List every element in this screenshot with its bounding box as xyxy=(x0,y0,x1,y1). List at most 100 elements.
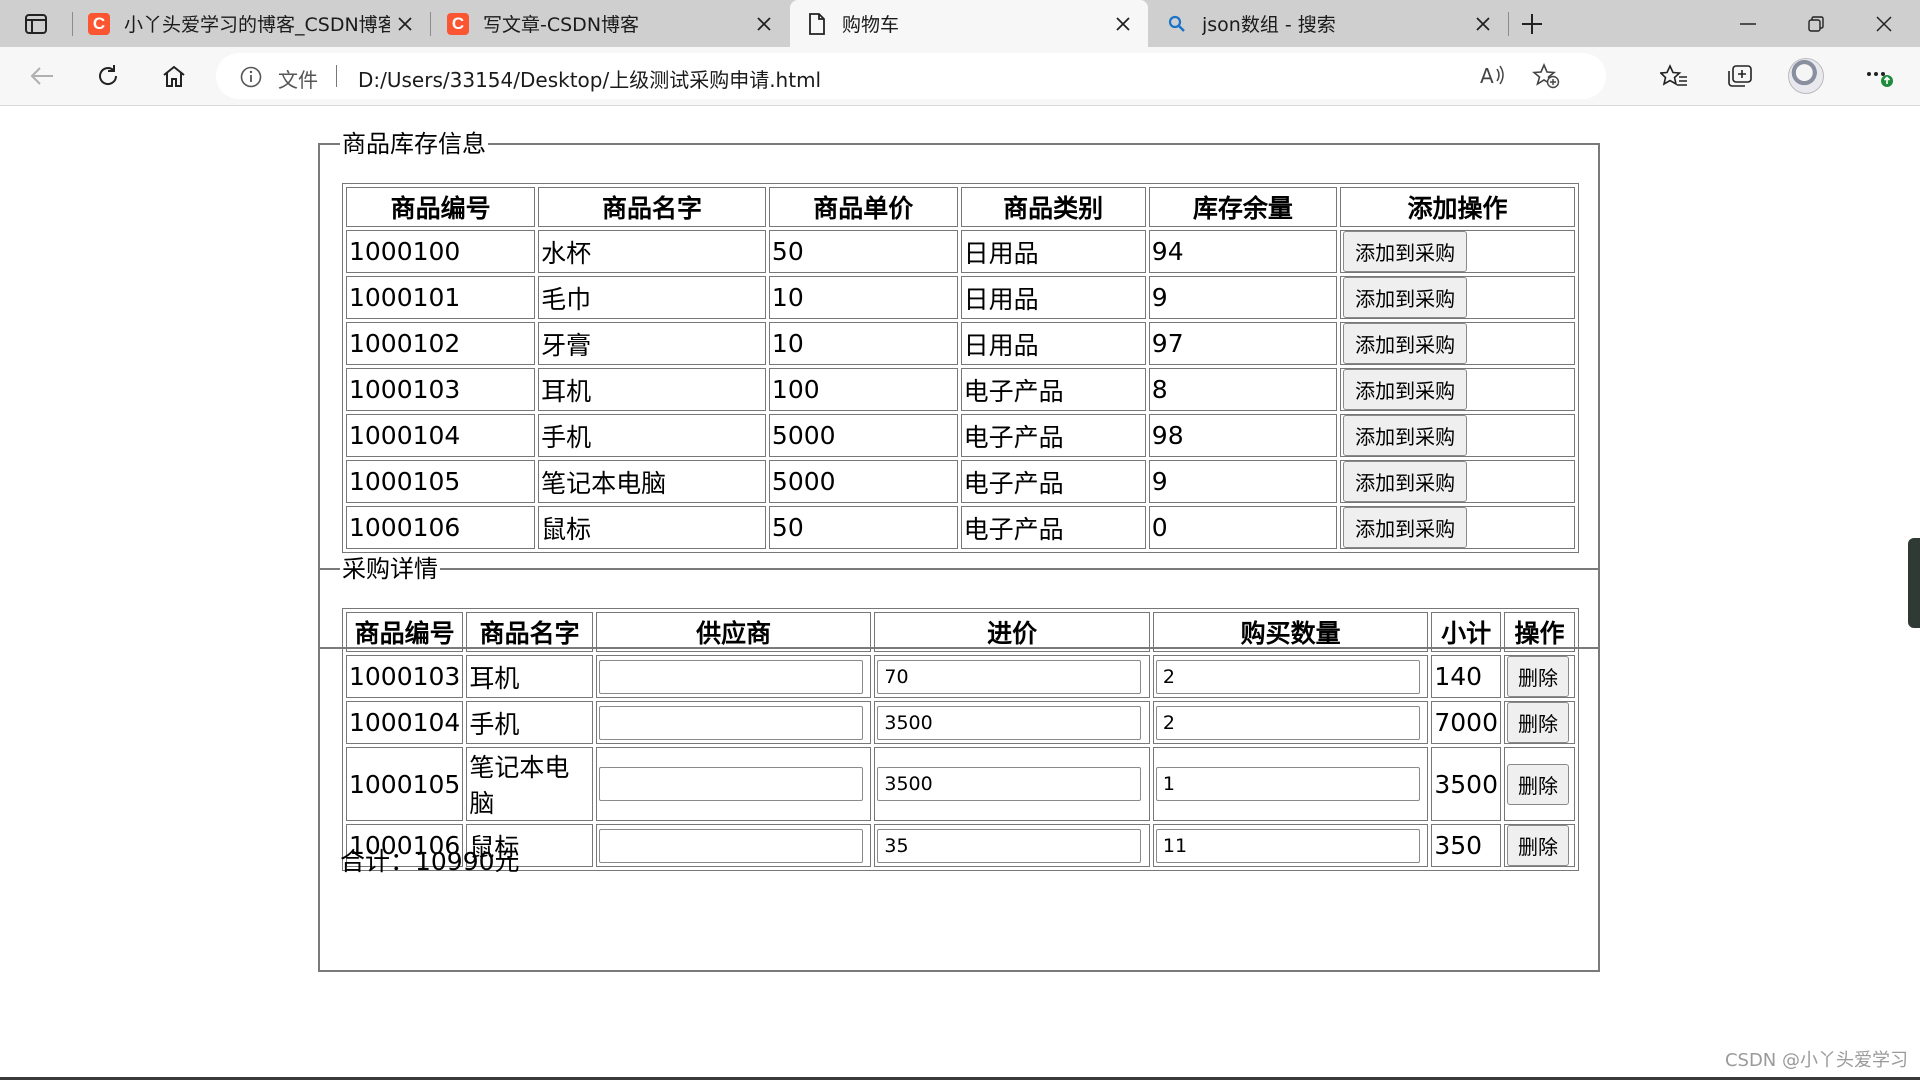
more-icon xyxy=(1867,72,1893,87)
quantity-input[interactable] xyxy=(1155,767,1420,801)
refresh-button[interactable] xyxy=(88,56,128,96)
close-icon xyxy=(1876,15,1892,32)
favorites-button[interactable] xyxy=(1654,56,1694,96)
close-icon[interactable] xyxy=(390,9,420,39)
cost-input[interactable] xyxy=(877,659,1142,694)
supplier-input[interactable] xyxy=(598,705,863,740)
add-to-purchase-button[interactable]: 添加到采购 xyxy=(1343,277,1468,318)
profile-button[interactable] xyxy=(1786,56,1826,96)
close-window-button[interactable] xyxy=(1850,0,1918,47)
quantity-input[interactable] xyxy=(1155,705,1420,740)
supplier-input[interactable] xyxy=(598,828,863,863)
delete-button[interactable]: 删除 xyxy=(1507,763,1569,805)
item-id: 1000104 xyxy=(346,414,536,457)
item-name: 耳机 xyxy=(466,655,593,698)
supplier-input[interactable] xyxy=(598,767,863,801)
close-icon[interactable] xyxy=(749,9,779,39)
item-stock: 94 xyxy=(1148,230,1338,273)
home-button[interactable] xyxy=(154,56,194,96)
add-to-purchase-button[interactable]: 添加到采购 xyxy=(1343,369,1468,410)
item-price: 50 xyxy=(768,230,958,273)
add-to-purchase-button[interactable]: 添加到采购 xyxy=(1343,231,1468,272)
cost-input[interactable] xyxy=(877,705,1142,740)
item-name: 鼠标 xyxy=(538,506,766,549)
supplier-input[interactable] xyxy=(598,659,863,694)
item-id: 1000103 xyxy=(346,368,536,411)
item-stock: 8 xyxy=(1148,368,1338,411)
delete-button[interactable]: 删除 xyxy=(1507,656,1569,697)
table-row: 1000106 鼠标 50 电子产品 0 添加到采购 xyxy=(346,506,1575,549)
url-text[interactable]: D:/Users/33154/Desktop/上级测试采购申请.html xyxy=(358,64,821,93)
action-cell: 添加到采购 xyxy=(1340,276,1575,319)
purchase-fieldset: 采购详情 商品编号 商品名字 供应商 进价 购买数量 小计 操作 1000103… xyxy=(318,556,1600,972)
address-divider xyxy=(336,65,337,87)
delete-button[interactable]: 删除 xyxy=(1507,702,1569,743)
settings-more-button[interactable] xyxy=(1860,56,1900,96)
cost-input[interactable] xyxy=(877,767,1142,801)
tab-strip: C 小丫头爱学习的博客_CSDN博客 C 写文章-CSDN博客 购物车 json… xyxy=(0,0,1920,47)
add-to-purchase-button[interactable]: 添加到采购 xyxy=(1343,323,1468,364)
item-id: 1000103 xyxy=(346,655,464,698)
item-id: 1000106 xyxy=(346,506,536,549)
refresh-icon xyxy=(99,65,118,85)
qty-cell xyxy=(1152,824,1429,867)
item-price: 50 xyxy=(768,506,958,549)
tab-csdn-write[interactable]: C 写文章-CSDN博客 xyxy=(431,0,789,47)
item-stock: 9 xyxy=(1148,460,1338,503)
address-bar[interactable]: 文件 D:/Users/33154/Desktop/上级测试采购申请.html … xyxy=(216,53,1606,99)
action-cell: 添加到采购 xyxy=(1340,414,1575,457)
action-cell: 删除 xyxy=(1504,824,1575,867)
cost-input[interactable] xyxy=(877,828,1142,863)
tab-cart[interactable]: 购物车 xyxy=(790,0,1148,47)
side-panel-handle[interactable] xyxy=(1908,538,1920,628)
home-icon xyxy=(163,65,185,87)
header-cell: 商品类别 xyxy=(960,187,1146,227)
item-id: 1000102 xyxy=(346,322,536,365)
add-favorite-icon[interactable] xyxy=(1531,62,1560,93)
delete-button[interactable]: 删除 xyxy=(1507,825,1569,866)
tab-title: json数组 - 搜索 xyxy=(1202,14,1336,36)
table-row: 1000103 耳机 140 删除 xyxy=(346,655,1575,698)
back-button[interactable] xyxy=(22,56,62,96)
tab-search[interactable]: json数组 - 搜索 xyxy=(1150,0,1508,47)
restore-icon xyxy=(1808,15,1824,32)
item-price: 10 xyxy=(768,276,958,319)
header-cell: 商品名字 xyxy=(466,612,593,652)
qty-cell xyxy=(1152,701,1429,744)
svg-text:A: A xyxy=(1480,64,1494,87)
item-category: 日用品 xyxy=(960,322,1146,365)
item-name: 耳机 xyxy=(538,368,766,411)
item-id: 1000100 xyxy=(346,230,536,273)
add-to-purchase-button[interactable]: 添加到采购 xyxy=(1343,415,1468,456)
minimize-button[interactable] xyxy=(1714,0,1782,47)
collections-button[interactable] xyxy=(1720,56,1760,96)
read-aloud-icon[interactable]: A xyxy=(1480,63,1506,91)
new-tab-button[interactable] xyxy=(1498,0,1566,47)
header-cell: 添加操作 xyxy=(1340,187,1575,227)
header-cell: 商品编号 xyxy=(346,187,536,227)
back-arrow-icon xyxy=(30,67,53,85)
close-icon[interactable] xyxy=(1108,9,1138,39)
tab-csdn-blog[interactable]: C 小丫头爱学习的博客_CSDN博客 xyxy=(72,0,430,47)
table-row: 1000104 手机 7000 删除 xyxy=(346,701,1575,744)
action-cell: 删除 xyxy=(1504,747,1575,821)
header-cell: 商品单价 xyxy=(768,187,958,227)
csdn-icon: C xyxy=(88,12,110,35)
page-content: 商品库存信息 商品编号 商品名字 商品单价 商品类别 库存余量 添加操作 100… xyxy=(0,106,1920,1078)
subtotal: 140 xyxy=(1431,655,1501,698)
close-icon[interactable] xyxy=(1468,9,1498,39)
table-row: 1000106 鼠标 350 删除 xyxy=(346,824,1575,867)
plus-icon xyxy=(1522,13,1542,34)
add-to-purchase-button[interactable]: 添加到采购 xyxy=(1343,507,1468,548)
quantity-input[interactable] xyxy=(1155,659,1420,694)
restore-button[interactable] xyxy=(1782,0,1850,47)
tab-actions-button[interactable] xyxy=(14,9,58,39)
add-to-purchase-button[interactable]: 添加到采购 xyxy=(1343,461,1468,502)
quantity-input[interactable] xyxy=(1155,828,1420,863)
info-icon[interactable] xyxy=(240,66,262,92)
item-category: 日用品 xyxy=(960,276,1146,319)
item-category: 电子产品 xyxy=(960,506,1146,549)
qty-cell xyxy=(1152,747,1429,821)
item-price: 5000 xyxy=(768,460,958,503)
subtotal: 350 xyxy=(1431,824,1501,867)
